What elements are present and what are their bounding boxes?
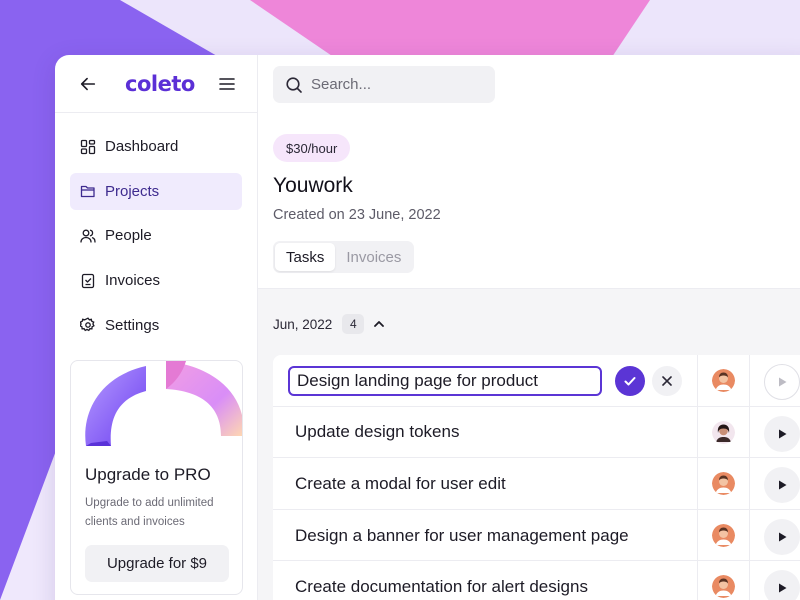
sidebar: coleto Dashboard Projects People Invoice… [55,55,258,600]
app-logo[interactable]: coleto [125,72,195,96]
play-icon [779,377,787,387]
confirm-edit-button[interactable] [615,366,645,396]
sidebar-item-people[interactable]: People [70,217,242,254]
back-arrow-icon[interactable] [79,75,97,93]
close-icon [662,376,672,386]
avatar[interactable] [712,420,735,444]
task-section: Jun, 2022 4 Design landing page for prod… [258,288,800,600]
upgrade-promo-card: Upgrade to PRO Upgrade to add unlimited … [70,360,243,595]
play-button[interactable] [764,415,800,452]
search-bar[interactable] [273,66,495,103]
search-input[interactable] [311,76,481,93]
play-icon [779,429,787,439]
main-content: $30/hour Youwork Created on 23 June, 202… [258,55,800,600]
avatar[interactable] [712,369,735,392]
sidebar-item-label: People [105,227,152,245]
avatar[interactable] [712,472,735,496]
sidebar-nav: Dashboard Projects People Invoices Setti… [55,113,257,344]
upgrade-button[interactable]: Upgrade for $9 [85,545,229,582]
check-icon [624,377,636,386]
column-divider [749,561,750,600]
promo-title: Upgrade to PRO [85,465,211,484]
app-window: coleto Dashboard Projects People Invoice… [55,55,800,600]
column-divider [749,406,750,459]
play-icon [779,583,787,593]
sidebar-header: coleto [55,55,257,113]
column-divider [749,509,750,562]
sidebar-item-label: Projects [105,182,160,200]
play-button[interactable] [764,518,800,555]
task-name[interactable]: Update design tokens [295,407,459,459]
people-icon [80,229,96,243]
column-divider [697,561,698,600]
page-title: Youwork [273,174,353,197]
promo-illustration [85,361,242,446]
play-button[interactable] [764,364,800,400]
sidebar-item-label: Dashboard [105,138,179,155]
invoice-icon [81,273,95,288]
column-divider [749,458,750,510]
project-tabs: Tasks Invoices [273,241,415,273]
sidebar-item-label: Invoices [105,272,161,290]
tab-tasks[interactable]: Tasks [275,243,336,271]
column-divider [697,509,698,562]
play-icon [779,532,787,542]
dashboard-icon [80,139,96,154]
tab-invoices[interactable]: Invoices [335,243,412,271]
cancel-edit-button[interactable] [652,366,682,396]
task-name-input[interactable] [288,366,602,396]
gear-icon [80,317,95,332]
play-button[interactable] [764,467,800,504]
task-group-label: Jun, 2022 [273,316,333,332]
chevron-up-icon[interactable] [372,317,386,331]
sidebar-item-invoices[interactable]: Invoices [70,262,242,299]
sidebar-item-dashboard[interactable]: Dashboard [70,128,242,165]
table-row: Create documentation for alert designs [273,561,800,600]
rate-badge: $30/hour [273,134,351,162]
task-group-header: Jun, 2022 4 [273,314,386,334]
avatar[interactable] [712,523,735,547]
play-button[interactable] [764,570,800,600]
column-divider [697,406,698,459]
play-icon [779,480,787,490]
table-row: Update design tokens [273,406,800,459]
task-name[interactable]: Create documentation for alert designs [295,561,588,600]
task-name[interactable]: Design a banner for user management page [295,510,629,562]
promo-description: Upgrade to add unlimited clients and inv… [85,497,214,528]
sidebar-item-settings[interactable]: Settings [70,307,242,344]
sidebar-item-label: Settings [105,316,160,334]
column-divider [697,458,698,510]
table-row: Design a banner for user management page [273,509,800,562]
task-count-badge: 4 [342,314,365,334]
project-created-date: Created on 23 June, 2022 [273,207,441,223]
search-icon [286,76,302,93]
avatar[interactable] [712,575,735,599]
table-row [273,355,800,407]
background-pink-shape [250,0,650,60]
column-divider [749,355,750,407]
table-row: Create a modal for user edit [273,458,800,510]
sidebar-item-projects[interactable]: Projects [70,172,242,210]
menu-icon[interactable] [219,76,235,92]
task-list: Update design tokens Create a modal for … [273,355,800,600]
task-name[interactable]: Create a modal for user edit [295,458,506,510]
folder-icon [80,186,95,198]
column-divider [697,355,698,407]
